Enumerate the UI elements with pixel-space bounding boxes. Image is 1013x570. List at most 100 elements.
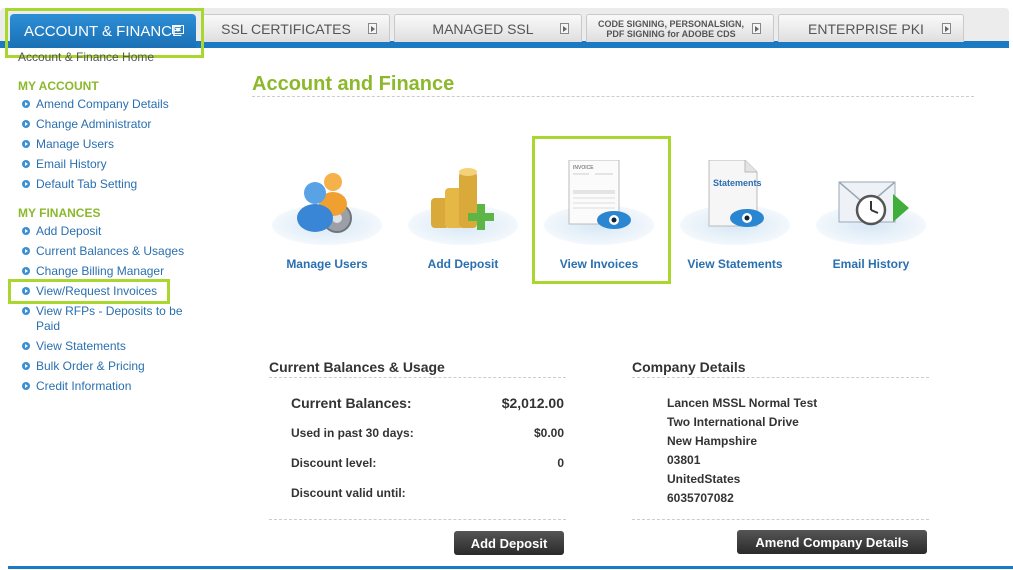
tile-label: View Invoices (559, 257, 639, 271)
add-deposit-tile[interactable]: Add Deposit (403, 150, 523, 280)
sidebar-item-label: Change Administrator (36, 117, 152, 131)
arrow-bullet-icon (22, 362, 30, 370)
company-section-title: Company Details (632, 359, 746, 375)
arrow-bullet-icon (22, 382, 30, 390)
sidebar-item-label: Email History (36, 157, 107, 171)
sidebar-item-label: Current Balances & Usages (36, 244, 185, 258)
top-tab-bar: ACCOUNT & FINANCE SSL CERTIFICATES MANAG… (0, 0, 1013, 48)
tab-label: CODE SIGNING, PERSONALSIGN, PDF SIGNING … (597, 18, 745, 39)
sidebar-item-change-administrator[interactable]: Change Administrator (22, 117, 151, 132)
discount-level-row: Discount level: 0 (291, 456, 564, 470)
dropdown-arrow-icon[interactable] (560, 23, 569, 34)
sidebar-item-credit-information[interactable]: Credit Information (22, 379, 131, 394)
sidebar-item-label: Credit Information (36, 379, 132, 393)
tab-account-finance[interactable]: ACCOUNT & FINANCE (10, 14, 196, 48)
balances-title-divider (269, 377, 566, 378)
sidebar-item-manage-users[interactable]: Manage Users (22, 137, 114, 152)
tab-label: ENTERPRISE PKI (808, 20, 924, 37)
arrow-bullet-icon (22, 307, 30, 315)
account-finance-home-link[interactable]: Account & Finance Home (18, 51, 154, 63)
tab-ssl-certificates[interactable]: SSL CERTIFICATES (202, 14, 390, 42)
amend-company-details-button[interactable]: Amend Company Details (737, 530, 927, 554)
title-divider (252, 96, 974, 97)
company-country: UnitedStates (667, 472, 741, 486)
arrow-bullet-icon (22, 342, 30, 350)
page-title: Account and Finance (252, 73, 455, 95)
arrow-bullet-icon (22, 227, 30, 235)
balances-bottom-divider (269, 519, 566, 520)
sidebar-item-default-tab-setting[interactable]: Default Tab Setting (22, 177, 137, 192)
dropdown-arrow-icon[interactable] (368, 23, 377, 34)
sidebar-item-view-statements[interactable]: View Statements (22, 339, 126, 354)
users-gear-icon (297, 173, 352, 233)
sidebar-item-label: Manage Users (36, 137, 115, 151)
sidebar-item-label: View RFPs - Deposits to be Paid (36, 304, 183, 333)
my-finances-heading: MY FINANCES (18, 206, 101, 220)
arrow-bullet-icon (22, 287, 30, 295)
manage-users-tile[interactable]: Manage Users (267, 150, 387, 280)
sidebar-item-add-deposit[interactable]: Add Deposit (22, 224, 101, 239)
tab-label: SSL CERTIFICATES (221, 20, 351, 37)
dropdown-arrow-icon[interactable] (752, 23, 761, 34)
invoice-eye-icon: INVOICE (568, 160, 631, 229)
sidebar-item-label: Amend Company Details (36, 97, 169, 111)
arrow-bullet-icon (22, 180, 30, 188)
sidebar-item-label: Default Tab Setting (36, 177, 138, 191)
current-balances-value: $2,012.00 (501, 395, 564, 411)
sidebar-item-label: Add Deposit (36, 224, 102, 238)
used-30-days-value: $0.00 (533, 426, 564, 440)
discount-level-value: 0 (557, 456, 564, 470)
dropdown-arrow-icon[interactable] (172, 25, 184, 34)
email-history-tile[interactable]: Email History (811, 150, 931, 280)
footer-rule (8, 566, 1013, 569)
sidebar-item-view-rfps[interactable]: View RFPs - Deposits to be Paid (22, 304, 192, 334)
sidebar-item-email-history[interactable]: Email History (22, 157, 107, 172)
balances-section-title: Current Balances & Usage (269, 359, 445, 375)
sidebar-item-view-request-invoices[interactable]: View/Request Invoices (22, 284, 157, 299)
discount-valid-row: Discount valid until: (291, 486, 564, 500)
tab-managed-ssl[interactable]: MANAGED SSL (394, 14, 582, 42)
company-address: Two International Drive (667, 415, 799, 429)
arrow-bullet-icon (22, 120, 30, 128)
used-30-days-row: Used in past 30 days: $0.00 (291, 426, 564, 440)
sidebar-item-current-balances[interactable]: Current Balances & Usages (22, 244, 184, 259)
current-balances-label: Current Balances: (291, 395, 412, 411)
sidebar-item-bulk-order-pricing[interactable]: Bulk Order & Pricing (22, 359, 145, 374)
view-invoices-tile[interactable]: INVOICE View Invoices (539, 150, 659, 280)
tile-label: Manage Users (286, 257, 368, 271)
tile-label: Add Deposit (427, 257, 499, 271)
dropdown-arrow-icon[interactable] (942, 23, 951, 34)
tile-label: View Statements (687, 257, 783, 271)
company-title-divider (632, 377, 929, 378)
sidebar-item-label: Bulk Order & Pricing (36, 359, 145, 373)
statement-eye-icon: Statements (708, 160, 764, 227)
view-statements-tile[interactable]: Statements View Statements (675, 150, 795, 280)
discount-level-label: Discount level: (291, 456, 377, 470)
company-name: Lancen MSSL Normal Test (667, 396, 818, 410)
statement-doc-text: Statements (713, 178, 762, 188)
envelope-clock-icon (838, 181, 909, 226)
company-bottom-divider (632, 519, 929, 520)
arrow-bullet-icon (22, 267, 30, 275)
sidebar-item-amend-company-details[interactable]: Amend Company Details (22, 97, 169, 112)
my-account-heading: MY ACCOUNT (18, 79, 99, 93)
sidebar-item-label: Change Billing Manager (36, 264, 165, 278)
tab-label: ACCOUNT & FINANCE (23, 22, 183, 40)
arrow-bullet-icon (22, 100, 30, 108)
company-phone: 6035707082 (667, 491, 734, 505)
arrow-bullet-icon (22, 140, 30, 148)
tile-label: Email History (832, 257, 910, 271)
company-state: New Hampshire (667, 434, 758, 448)
sidebar-item-label: View Statements (36, 339, 126, 353)
discount-valid-label: Discount valid until: (291, 486, 406, 500)
company-zip: 03801 (667, 453, 701, 467)
invoice-doc-text: INVOICE (573, 165, 594, 171)
tab-code-signing[interactable]: CODE SIGNING, PERSONALSIGN, PDF SIGNING … (586, 14, 774, 42)
current-balances-row: Current Balances: $2,012.00 (291, 395, 564, 411)
tab-enterprise-pki[interactable]: ENTERPRISE PKI (778, 14, 964, 42)
sidebar-item-change-billing-manager[interactable]: Change Billing Manager (22, 264, 164, 279)
arrow-bullet-icon (22, 247, 30, 255)
coins-plus-icon (431, 168, 494, 230)
tab-label: MANAGED SSL (432, 20, 534, 37)
add-deposit-button[interactable]: Add Deposit (454, 531, 564, 555)
